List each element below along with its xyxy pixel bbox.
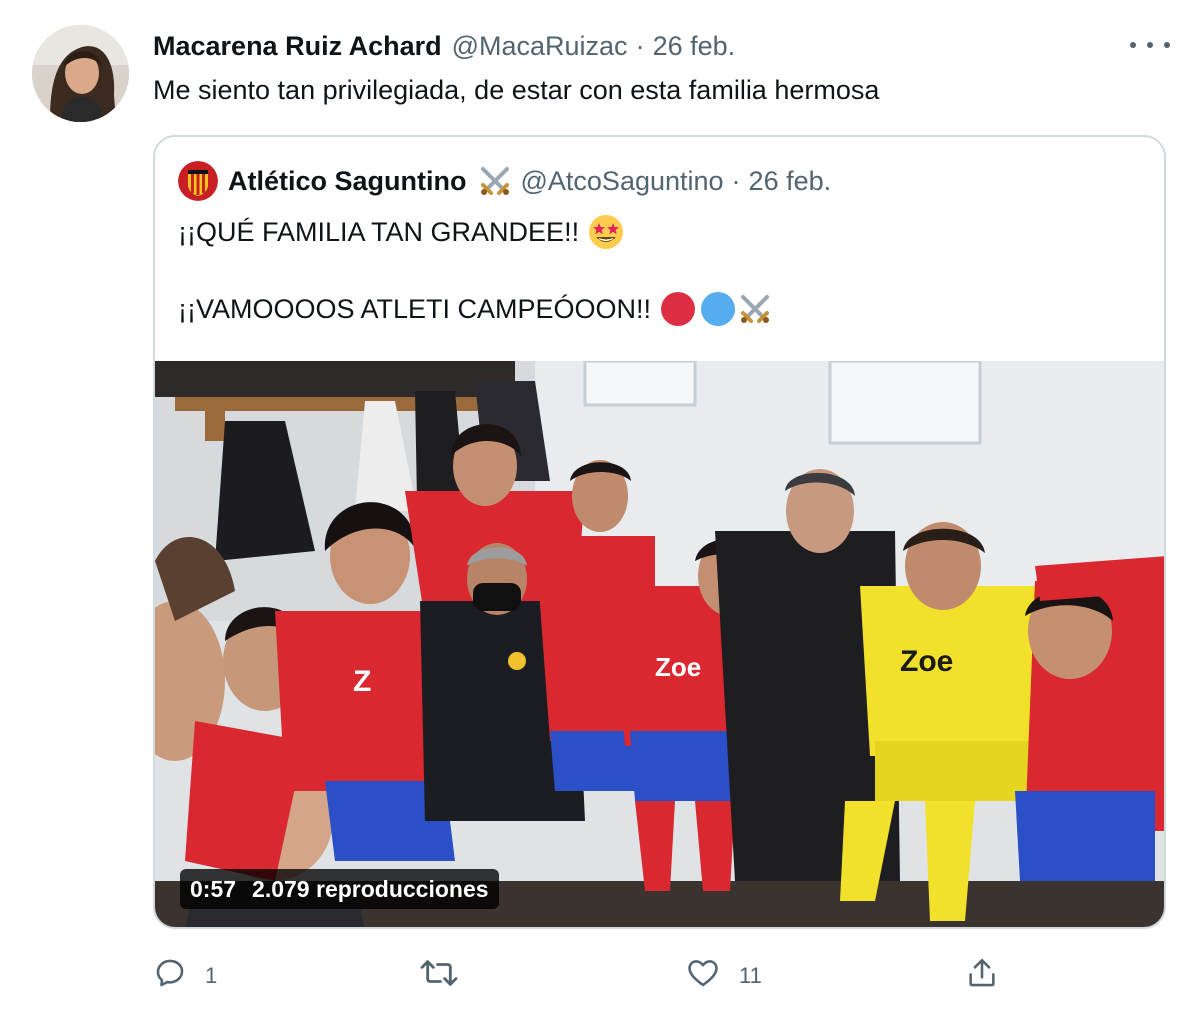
video-frame: Z Zoe Zoe bbox=[155, 361, 1164, 927]
crossed-swords-emoji bbox=[477, 163, 513, 199]
quoted-author-name[interactable]: Atlético Saguntino bbox=[228, 166, 467, 197]
reply-button[interactable]: 1 bbox=[153, 952, 217, 1000]
video-views: 2.079 reproducciones bbox=[252, 875, 489, 902]
quoted-text: ¡¡VAMOOOOS ATLETI CAMPEÓOON!! bbox=[178, 294, 652, 324]
video-player[interactable]: Z Zoe Zoe 0:57 2.079 reproducciones bbox=[155, 361, 1164, 927]
reply-count: 1 bbox=[205, 963, 218, 988]
quoted-text-line-1: ¡¡QUÉ FAMILIA TAN GRANDEE!! bbox=[178, 213, 625, 251]
svg-text:Zoe: Zoe bbox=[900, 645, 953, 678]
video-info-overlay: 0:57 2.079 reproducciones bbox=[180, 869, 499, 909]
retweet-button[interactable] bbox=[419, 952, 477, 1000]
author-avatar[interactable] bbox=[32, 25, 129, 122]
quoted-text: ¡¡QUÉ FAMILIA TAN GRANDEE!! bbox=[178, 217, 580, 247]
more-horizontal-icon[interactable] bbox=[1130, 30, 1170, 60]
share-button[interactable] bbox=[965, 952, 1017, 1000]
tweet-text: Me siento tan privilegiada, de estar con… bbox=[153, 75, 880, 105]
like-count: 11 bbox=[739, 963, 762, 988]
quoted-text-line-2: ¡¡VAMOOOOS ATLETI CAMPEÓOON!! bbox=[178, 291, 773, 327]
quoted-author-avatar[interactable] bbox=[178, 161, 218, 201]
quoted-tweet[interactable]: Atlético Saguntino @AtcoSaguntino · 26 f… bbox=[153, 135, 1166, 929]
quoted-tweet-header: Atlético Saguntino @AtcoSaguntino · 26 f… bbox=[178, 159, 831, 203]
star-struck-emoji bbox=[587, 213, 625, 251]
svg-text:Zoe: Zoe bbox=[655, 652, 701, 682]
separator-dot: · bbox=[635, 30, 645, 61]
author-handle[interactable]: @MacaRuizac bbox=[452, 31, 628, 62]
red-circle-emoji bbox=[661, 292, 696, 326]
quoted-tweet-date[interactable]: 26 feb. bbox=[749, 166, 832, 197]
reply-icon bbox=[153, 956, 187, 996]
share-icon bbox=[965, 956, 999, 996]
svg-text:Z: Z bbox=[353, 665, 371, 698]
video-duration: 0:57 bbox=[190, 875, 237, 902]
tweet-date[interactable]: 26 feb. bbox=[653, 31, 736, 62]
tweet: Macarena Ruiz Achard @MacaRuizac · 26 fe… bbox=[0, 0, 1200, 1013]
like-button[interactable]: 11 bbox=[685, 952, 762, 1000]
retweet-icon bbox=[419, 956, 459, 996]
tweet-header: Macarena Ruiz Achard @MacaRuizac · 26 fe… bbox=[153, 28, 1140, 64]
quoted-author-handle[interactable]: @AtcoSaguntino bbox=[521, 166, 724, 197]
action-bar: 1 11 bbox=[153, 952, 1013, 1000]
author-name[interactable]: Macarena Ruiz Achard bbox=[153, 31, 442, 62]
separator-dot: · bbox=[731, 165, 741, 196]
like-icon bbox=[685, 956, 721, 996]
crossed-swords-emoji bbox=[737, 291, 773, 327]
blue-circle-emoji bbox=[701, 292, 736, 326]
